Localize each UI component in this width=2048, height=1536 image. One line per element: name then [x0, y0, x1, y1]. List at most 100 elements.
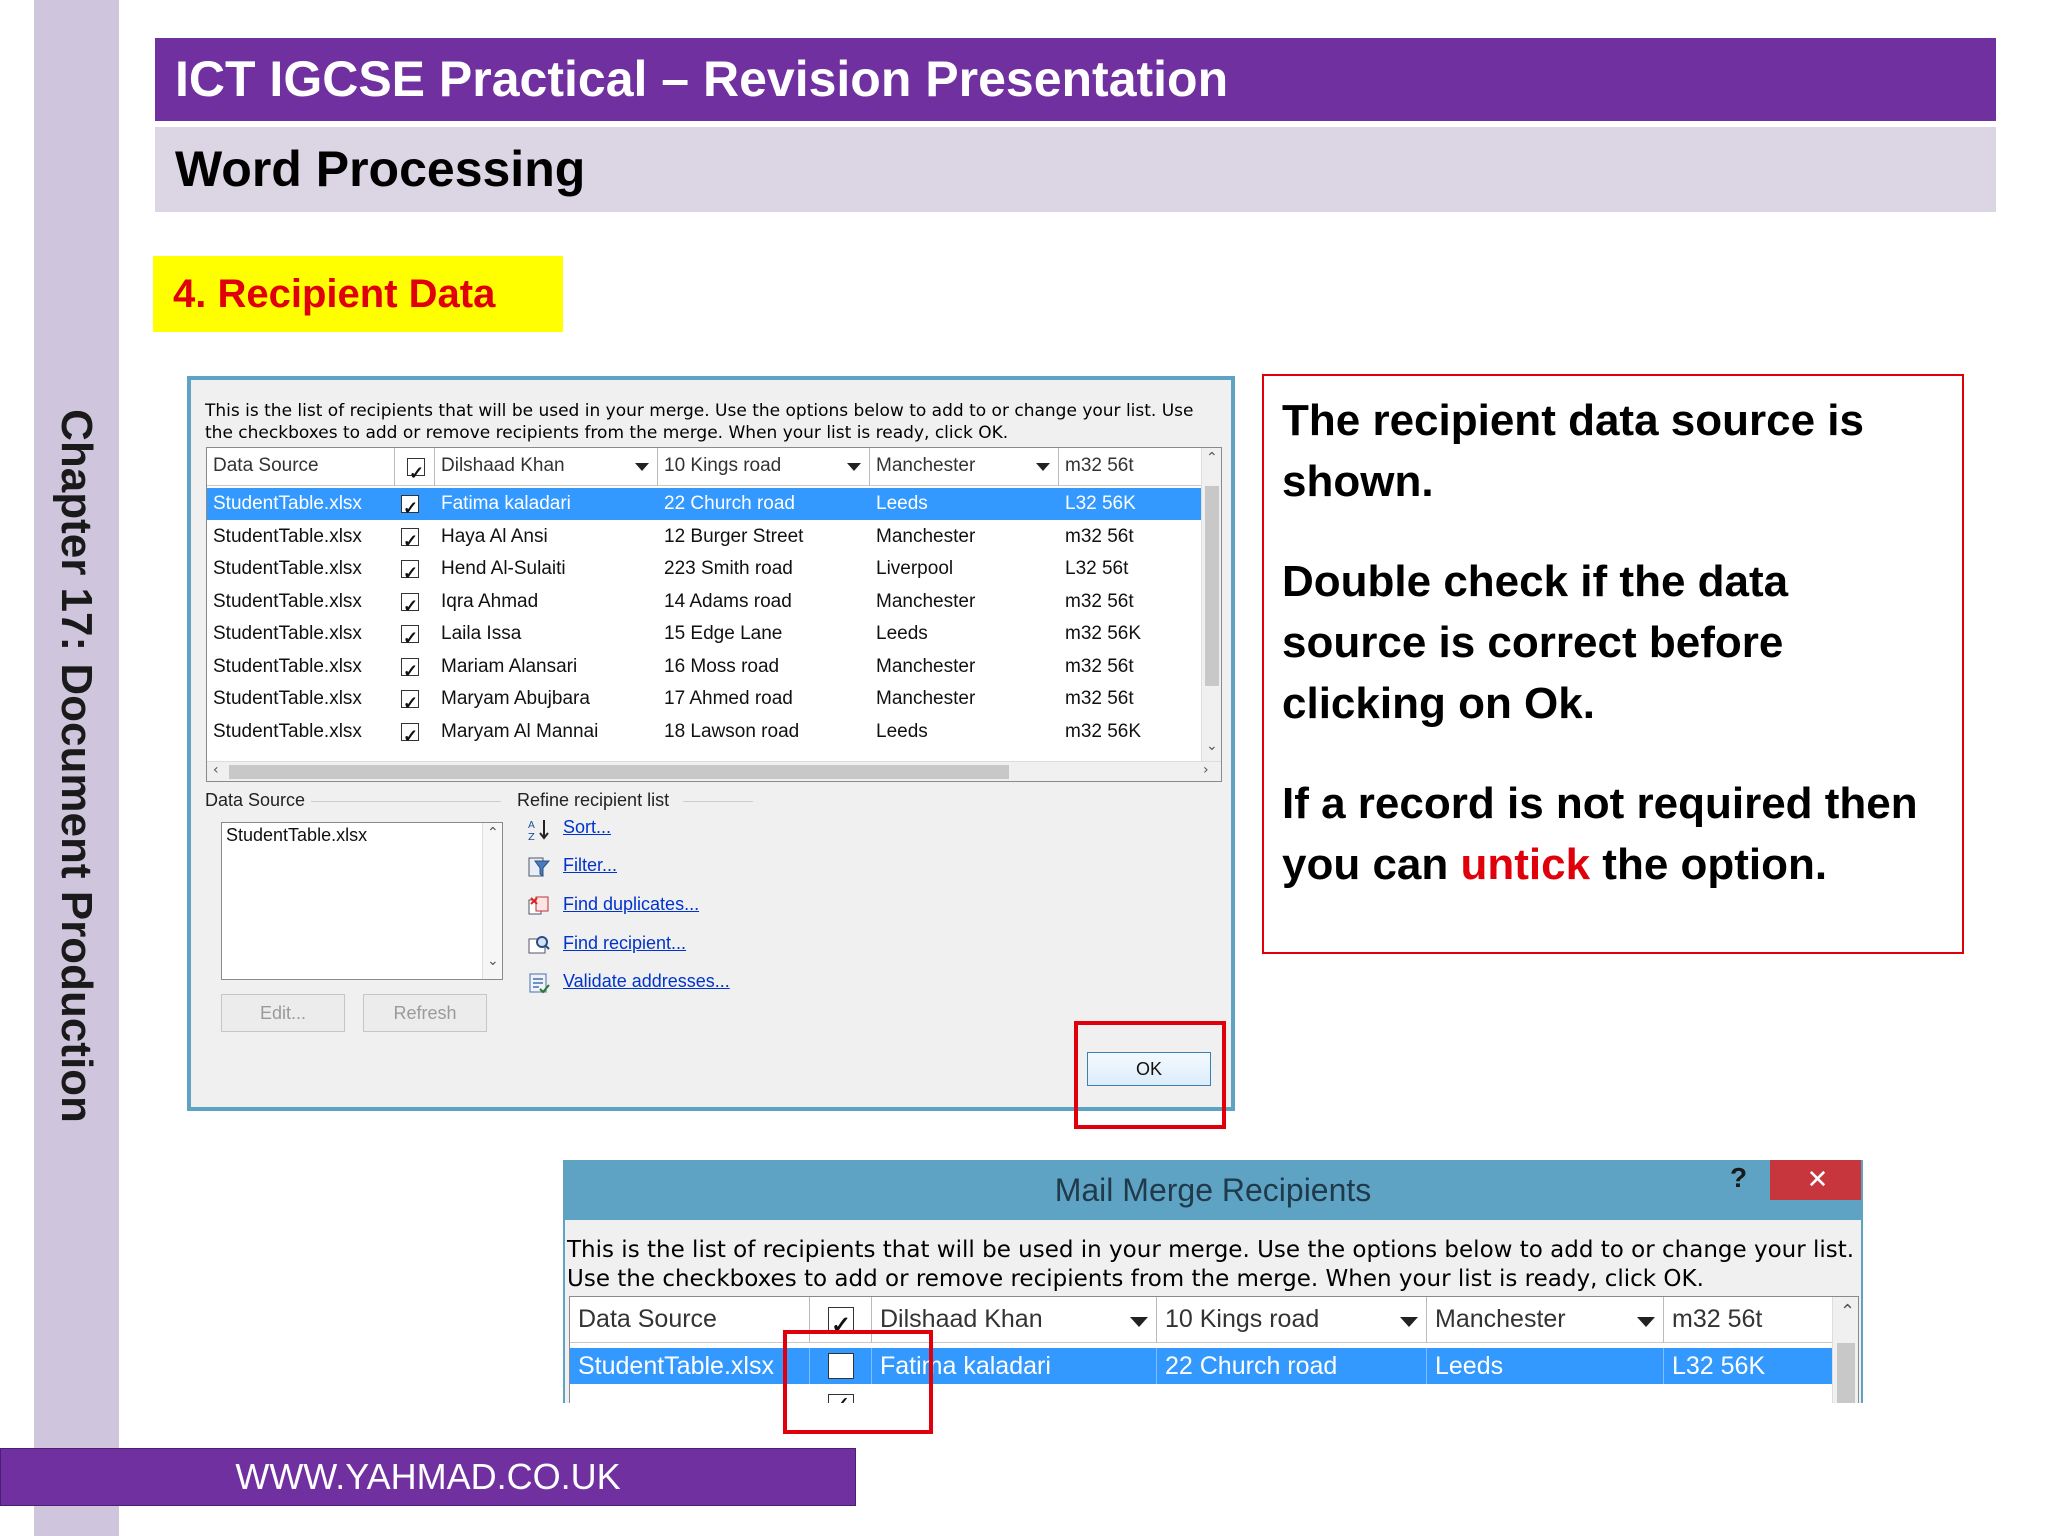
table-row[interactable]: StudentTable.xlsx Maryam Al Mannai 18 Laws… — [207, 716, 1203, 748]
row-checkbox[interactable] — [401, 622, 419, 650]
mail-merge-recipients-dialog: This is the list of recipients that will… — [187, 376, 1235, 1111]
chevron-down-icon[interactable] — [1637, 1317, 1655, 1327]
cell-city: Manchester — [876, 525, 976, 547]
find-recipient-link-label[interactable]: Find recipient... — [563, 933, 686, 954]
scroll-up-icon[interactable]: ⌃ — [487, 825, 499, 841]
row-checkbox[interactable] — [401, 720, 419, 748]
column-header-data-source[interactable]: Data Source — [570, 1297, 810, 1343]
filter-link-label[interactable]: Filter... — [563, 855, 617, 876]
cell-checkbox — [395, 683, 435, 715]
column-header-name-label: Dilshaad Khan — [880, 1305, 1043, 1333]
cell-postcode: m32 56K — [1065, 623, 1142, 644]
table-row-partial[interactable] — [570, 1391, 1834, 1403]
cell-name: Mariam Alansari — [441, 655, 578, 677]
chevron-down-icon[interactable] — [1036, 463, 1050, 471]
row-checkbox[interactable] — [401, 492, 419, 520]
table-row[interactable]: StudentTable.xlsx Haya Al Ansi 12 Burger S… — [207, 521, 1203, 553]
cell-city: Leeds — [1427, 1348, 1664, 1384]
grid-header: Data Source Dilshaad Khan 10 Kings road … — [570, 1297, 1834, 1343]
table-row[interactable]: StudentTable.xlsx Mariam Alansari 16 Moss … — [207, 651, 1203, 683]
help-icon[interactable]: ? — [1730, 1162, 1747, 1194]
scroll-up-icon[interactable]: ⌃ — [1206, 450, 1218, 466]
validate-addresses-link-label[interactable]: Validate addresses... — [563, 971, 730, 992]
scroll-right-icon[interactable]: › — [1203, 762, 1209, 778]
column-header-address[interactable]: 10 Kings road — [1157, 1297, 1427, 1343]
close-button[interactable]: ✕ — [1770, 1160, 1861, 1200]
scrollbar-thumb[interactable] — [1837, 1343, 1855, 1403]
cell-name: Laila Issa — [441, 623, 522, 644]
scrollbar-thumb[interactable] — [1205, 486, 1219, 686]
divider — [311, 801, 501, 802]
cell-address: 18 Lawson road — [664, 720, 800, 742]
row-checkbox[interactable] — [401, 590, 419, 618]
sort-link-label[interactable]: Sort... — [563, 817, 611, 838]
column-header-address[interactable]: 10 Kings road — [658, 448, 870, 486]
cell-postcode: m32 56K — [1065, 720, 1142, 742]
table-row[interactable]: StudentTable.xlsx Laila Issa 15 Edge Lane L… — [207, 618, 1203, 650]
filter-icon — [528, 857, 551, 877]
cell-postcode: L32 56t — [1065, 558, 1129, 579]
cell-postcode: m32 56t — [1065, 688, 1134, 709]
website-footer[interactable]: WWW.YAHMAD.CO.UK — [0, 1448, 856, 1506]
cell-checkbox — [395, 716, 435, 748]
callout-text: the option. — [1590, 840, 1828, 889]
table-row[interactable]: StudentTable.xlsx Fatima kaladari 22 Churc… — [207, 488, 1203, 520]
cell-data-source: StudentTable.xlsx — [213, 558, 362, 579]
cell-data-source: StudentTable.xlsx — [213, 688, 362, 709]
scroll-down-icon[interactable]: ⌄ — [1206, 738, 1218, 754]
column-header-data-source[interactable]: Data Source — [207, 448, 395, 486]
find-recipient-icon — [528, 936, 550, 954]
callout-paragraph-3: If a record is not required then you can… — [1282, 773, 1944, 895]
chevron-down-icon[interactable] — [1400, 1317, 1418, 1327]
vertical-scrollbar[interactable]: ⌃ — [1832, 1297, 1858, 1403]
duplicates-icon — [528, 896, 549, 915]
cell-address: 16 Moss road — [664, 655, 780, 677]
cell-address: 22 Church road — [1157, 1348, 1427, 1384]
scrollbar-thumb[interactable] — [229, 765, 1009, 779]
select-all-checkbox[interactable] — [407, 455, 425, 486]
scroll-up-icon[interactable]: ⌃ — [1840, 1301, 1855, 1322]
table-row[interactable]: StudentTable.xlsx Iqra Ahmad 14 Adams road… — [207, 586, 1203, 618]
chevron-down-icon[interactable] — [1130, 1317, 1148, 1327]
column-header-postcode[interactable]: m32 56t — [1059, 448, 1203, 486]
data-source-item[interactable]: StudentTable.xlsx — [226, 825, 367, 846]
cell-name: Fatima kaladari — [441, 493, 571, 514]
slide-title: ICT IGCSE Practical – Revision Presentat… — [155, 38, 1996, 121]
data-source-list[interactable]: StudentTable.xlsx ⌃ ⌄ — [221, 822, 503, 980]
column-header-name[interactable]: Dilshaad Khan — [435, 448, 658, 486]
table-row[interactable]: StudentTable.xlsx Maryam Abujbara 17 Ahmed… — [207, 683, 1203, 715]
cell-city: Leeds — [876, 623, 928, 644]
cell-address: 17 Ahmed road — [664, 688, 793, 709]
horizontal-scrollbar[interactable]: ‹ › — [207, 761, 1221, 781]
data-source-scrollbar[interactable]: ⌃ ⌄ — [482, 823, 502, 979]
checkbox-highlight — [783, 1330, 933, 1434]
row-checkbox[interactable] — [401, 655, 419, 683]
column-header-city[interactable]: Manchester — [1427, 1297, 1664, 1343]
grid-header: Data Source Dilshaad Khan 10 Kings road … — [207, 448, 1203, 486]
cell-city: Manchester — [876, 688, 976, 709]
row-checkbox[interactable] — [401, 687, 419, 715]
column-header-city[interactable]: Manchester — [870, 448, 1059, 486]
table-row[interactable]: StudentTable.xlsx Fatima kaladari 22 Chu… — [570, 1348, 1834, 1384]
chevron-down-icon[interactable] — [635, 463, 649, 471]
refresh-button[interactable]: Refresh — [363, 994, 487, 1032]
column-header-address-label: 10 Kings road — [664, 455, 782, 476]
divider — [683, 801, 753, 802]
vertical-scrollbar[interactable]: ⌃ ⌄ — [1201, 448, 1221, 763]
edit-button[interactable]: Edit... — [221, 994, 345, 1032]
cell-data-source: StudentTable.xlsx — [213, 590, 362, 612]
dialog-title-bar: Mail Merge Recipients — [565, 1160, 1861, 1220]
row-checkbox[interactable] — [401, 525, 419, 553]
column-header-checkbox[interactable] — [395, 448, 435, 486]
column-header-postcode[interactable]: m32 56t — [1664, 1297, 1834, 1343]
row-checkbox[interactable] — [401, 557, 419, 585]
table-row[interactable]: StudentTable.xlsx Hend Al-Sulaiti 223 Smit… — [207, 553, 1203, 585]
cell-checkbox — [395, 521, 435, 553]
recipient-grid-zoom: Data Source Dilshaad Khan 10 Kings road … — [569, 1296, 1859, 1403]
find-duplicates-link-label[interactable]: Find duplicates... — [563, 894, 699, 915]
cell-postcode: m32 56t — [1065, 525, 1134, 547]
chevron-down-icon[interactable] — [847, 463, 861, 471]
scroll-left-icon[interactable]: ‹ — [213, 762, 219, 778]
cell-postcode: m32 56t — [1065, 655, 1134, 677]
scroll-down-icon[interactable]: ⌄ — [487, 953, 499, 969]
